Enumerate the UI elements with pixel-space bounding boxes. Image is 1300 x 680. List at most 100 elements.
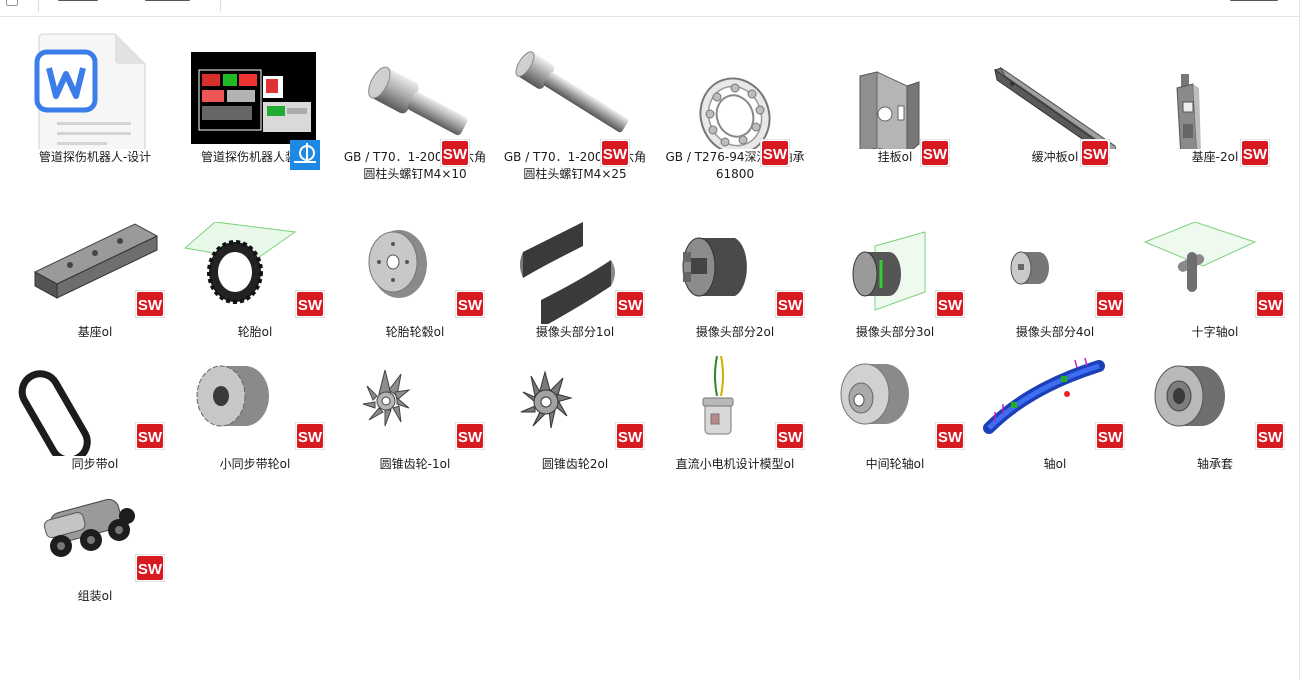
file-item[interactable]: SW 轴承套	[1135, 354, 1295, 486]
base2-thumbnail	[1135, 24, 1295, 149]
svg-text:SW: SW	[1258, 297, 1283, 314]
file-name: 摄像头部分2ol	[695, 325, 775, 339]
solidworks-file-icon: SW	[455, 290, 485, 318]
long-socket-screw-thumbnail	[495, 24, 655, 149]
file-item[interactable]: SW 摄像头部分2ol	[655, 222, 815, 354]
solidworks-file-icon: SW	[135, 554, 165, 582]
file-name: 组装ol	[77, 589, 113, 603]
solidworks-file-icon: SW	[135, 422, 165, 450]
file-name: 基座ol	[77, 325, 113, 339]
svg-text:SW: SW	[778, 429, 803, 446]
solidworks-file-icon: SW	[775, 422, 805, 450]
ball-bearing-thumbnail	[655, 24, 815, 149]
file-item[interactable]: SW 中间轮轴ol	[815, 354, 975, 486]
divider	[38, 0, 39, 12]
solidworks-file-icon: SW	[1080, 139, 1110, 167]
svg-text:SW: SW	[138, 297, 163, 314]
solidworks-file-icon: SW	[920, 139, 950, 167]
file-name: 缓冲板ol	[1031, 150, 1079, 164]
svg-text:SW: SW	[778, 297, 803, 314]
svg-text:SW: SW	[1098, 297, 1123, 314]
file-item[interactable]: 管道探伤机器人装配	[175, 24, 335, 222]
file-item[interactable]: SW 摄像头部分4ol	[975, 222, 1135, 354]
svg-text:SW: SW	[298, 297, 323, 314]
file-name: 挂板ol	[877, 150, 913, 164]
cad-drawing-thumbnail	[175, 24, 335, 149]
svg-text:SW: SW	[1083, 146, 1108, 163]
solidworks-file-icon: SW	[1255, 422, 1285, 450]
svg-text:SW: SW	[938, 297, 963, 314]
svg-text:SW: SW	[138, 561, 163, 578]
toolbar-item[interactable]	[1230, 0, 1278, 1]
file-item[interactable]: 管道探伤机器人-设计	[15, 24, 175, 222]
file-item[interactable]: SW 摄像头部分1ol	[495, 222, 655, 354]
svg-text:SW: SW	[618, 297, 643, 314]
svg-text:SW: SW	[458, 429, 483, 446]
short-socket-screw-thumbnail	[335, 24, 495, 149]
file-name: 摄像头部分4ol	[1015, 325, 1095, 339]
svg-text:SW: SW	[1258, 429, 1283, 446]
divider	[220, 0, 221, 12]
file-name: 圆锥齿轮-1ol	[379, 457, 451, 471]
svg-text:SW: SW	[938, 429, 963, 446]
file-name: 摄像头部分3ol	[855, 325, 935, 339]
file-item[interactable]: SW 圆锥齿轮2ol	[495, 354, 655, 486]
file-name: 管道探伤机器人-设计	[38, 150, 152, 164]
solidworks-file-icon: SW	[775, 290, 805, 318]
select-all-checkbox[interactable]	[6, 0, 18, 6]
file-name: 直流小电机设计模型ol	[675, 457, 795, 471]
bracket-plate-thumbnail	[815, 24, 975, 149]
solidworks-file-icon: SW	[1255, 290, 1285, 318]
buffer-plate-thumbnail	[975, 24, 1135, 149]
file-name: 轴承套	[1196, 457, 1233, 471]
file-item[interactable]: SW 轮胎轮毂ol	[335, 222, 495, 354]
solidworks-file-icon: SW	[760, 139, 790, 167]
file-item[interactable]: SW 圆锥齿轮-1ol	[335, 354, 495, 486]
svg-text:SW: SW	[1098, 429, 1123, 446]
solidworks-file-icon: SW	[615, 290, 645, 318]
file-name: GB / T70．1-2000内六角圆柱头螺钉M4×10	[343, 150, 487, 181]
solidworks-file-icon: SW	[135, 290, 165, 318]
toolbar-item[interactable]	[58, 0, 98, 1]
toolbar-item[interactable]	[145, 0, 190, 1]
file-item[interactable]: SW 组装ol	[15, 486, 175, 618]
file-item[interactable]: SW 基座ol	[15, 222, 175, 354]
file-item[interactable]: SW 基座-2ol	[1135, 24, 1295, 222]
file-item[interactable]: SW GB / T276-94深沟球轴承61800	[655, 24, 815, 222]
svg-text:SW: SW	[298, 429, 323, 446]
file-name: GB / T70．1-2000内六角圆柱头螺钉M4×25	[503, 150, 647, 181]
cad-file-icon	[290, 140, 320, 170]
svg-text:SW: SW	[1243, 146, 1268, 163]
file-name: 摄像头部分1ol	[535, 325, 615, 339]
file-name: 中间轮轴ol	[865, 457, 925, 471]
svg-text:SW: SW	[458, 297, 483, 314]
file-item[interactable]: SW GB / T70．1-2000内六角圆柱头螺钉M4×25	[495, 24, 655, 222]
file-item[interactable]: SW 摄像头部分3ol	[815, 222, 975, 354]
file-item[interactable]: SW 小同步带轮ol	[175, 354, 335, 486]
solidworks-file-icon: SW	[455, 422, 485, 450]
svg-text:SW: SW	[923, 146, 948, 163]
solidworks-file-icon: SW	[1240, 139, 1270, 167]
file-item[interactable]: SW 轴ol	[975, 354, 1135, 486]
file-item[interactable]: SW GB / T70．1-2000内六角圆柱头螺钉M4×10	[335, 24, 495, 222]
solidworks-file-icon: SW	[615, 422, 645, 450]
file-name: 轴ol	[1043, 457, 1067, 471]
file-name: GB / T276-94深沟球轴承61800	[665, 150, 805, 181]
svg-text:SW: SW	[618, 429, 643, 446]
file-name: 圆锥齿轮2ol	[541, 457, 609, 471]
file-item[interactable]: SW 直流小电机设计模型ol	[655, 354, 815, 486]
svg-text:SW: SW	[443, 146, 468, 163]
file-item[interactable]: SW 同步带ol	[15, 354, 175, 486]
file-item[interactable]: SW 十字轴ol	[1135, 222, 1295, 354]
file-item[interactable]: SW 挂板ol	[815, 24, 975, 222]
svg-text:SW: SW	[138, 429, 163, 446]
solidworks-file-icon: SW	[600, 139, 630, 167]
file-name: 轮胎轮毂ol	[385, 325, 445, 339]
file-item[interactable]: SW 缓冲板ol	[975, 24, 1135, 222]
solidworks-file-icon: SW	[935, 290, 965, 318]
svg-text:SW: SW	[603, 146, 628, 163]
toolbar-strip	[0, 0, 1300, 17]
solidworks-file-icon: SW	[440, 139, 470, 167]
solidworks-file-icon: SW	[935, 422, 965, 450]
file-item[interactable]: SW 轮胎ol	[175, 222, 335, 354]
